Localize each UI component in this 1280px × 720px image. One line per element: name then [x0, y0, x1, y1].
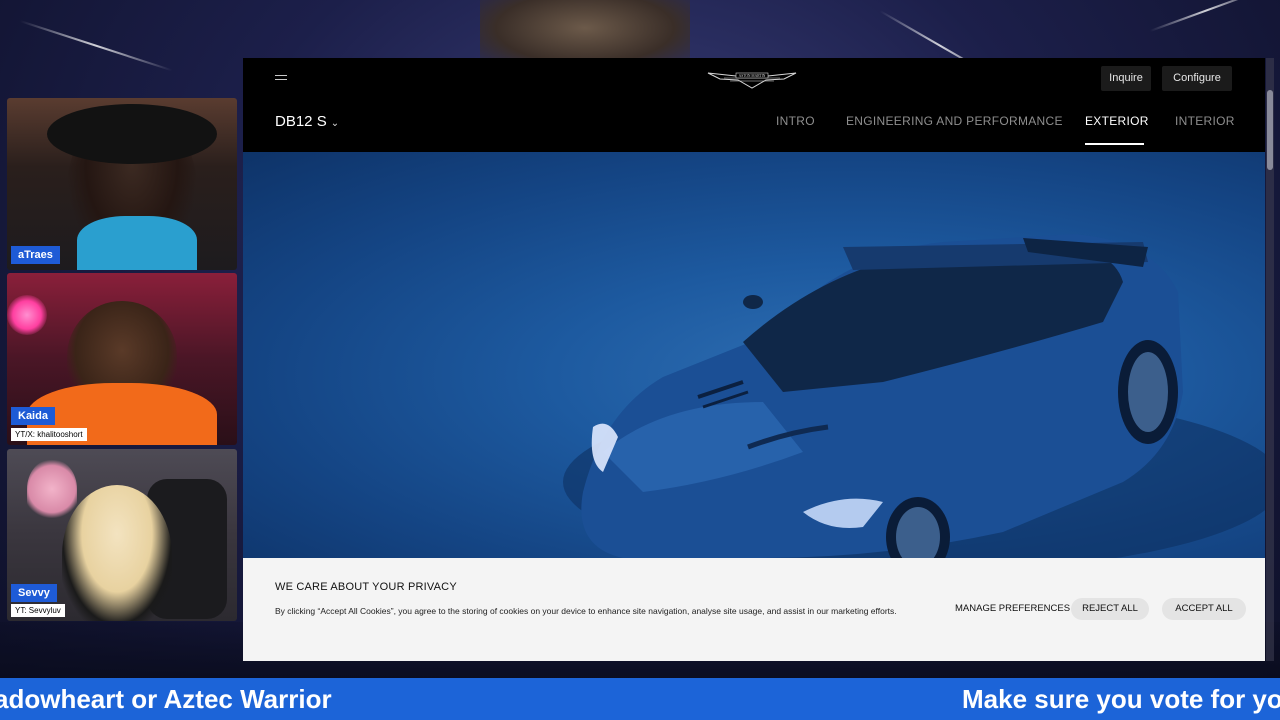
tab-intro[interactable]: INTRO [776, 114, 815, 128]
tab-interior[interactable]: INTERIOR [1175, 114, 1235, 128]
cookie-consent-banner: WE CARE ABOUT YOUR PRIVACY By clicking “… [243, 558, 1265, 661]
active-tab-indicator [1085, 143, 1144, 145]
cookie-title: WE CARE ABOUT YOUR PRIVACY [275, 581, 457, 593]
cam-name-label: Sevvy [11, 584, 57, 602]
ticker-text-right: Make sure you vote for you [962, 684, 1280, 714]
chevron-down-icon: ⌄ [330, 118, 340, 129]
model-selector[interactable]: DB12 S ⌄ [275, 113, 339, 130]
hamburger-icon[interactable] [275, 75, 287, 83]
lightning-decoration [19, 20, 173, 72]
scrollbar-thumb[interactable] [1267, 90, 1273, 170]
ticker-text-left: adowheart or Aztec Warrior [0, 684, 332, 714]
webcam-sevvy: Sevvy YT: Sevvyluv [7, 449, 237, 621]
plush-toy [27, 459, 77, 519]
neon-sign [7, 295, 47, 335]
inquire-button[interactable]: Inquire [1101, 66, 1151, 91]
streamer-shirt [77, 216, 197, 270]
reject-all-button[interactable]: REJECT ALL [1071, 598, 1149, 620]
accept-all-button[interactable]: ACCEPT ALL [1162, 598, 1246, 620]
streamer-figure [62, 485, 172, 621]
cam-name-label: aTraes [11, 246, 60, 264]
tab-exterior[interactable]: EXTERIOR [1085, 114, 1149, 128]
model-name: DB12 S [275, 113, 327, 130]
streamer-hat [47, 104, 217, 164]
lightning-decoration [1149, 0, 1264, 32]
webcam-kaida: Kaida YT/X: khalitooshort [7, 273, 237, 445]
site-header: ASTON MARTIN Inquire Configure DB12 S ⌄ I… [243, 58, 1265, 152]
configure-button[interactable]: Configure [1162, 66, 1232, 91]
aston-martin-logo[interactable]: ASTON MARTIN [706, 67, 798, 91]
cam-subtitle-label: YT/X: khalitooshort [11, 428, 87, 441]
manage-preferences-button[interactable]: MANAGE PREFERENCES [955, 603, 1070, 614]
brand-wordmark: ASTON MARTIN [739, 74, 766, 78]
stream-ticker: adowheart or Aztec Warrior Make sure you… [0, 678, 1280, 720]
cam-name-label: Kaida [11, 407, 55, 425]
cam-subtitle-label: YT: Sevvyluv [11, 604, 65, 617]
aston-martin-website: ASTON MARTIN Inquire Configure DB12 S ⌄ I… [243, 58, 1265, 661]
cookie-description: By clicking “Accept All Cookies”, you ag… [275, 606, 897, 616]
tab-engineering-and-performance[interactable]: ENGINEERING AND PERFORMANCE [846, 114, 1063, 128]
hero-car-image [243, 152, 1265, 558]
webcam-atraes: aTraes [7, 98, 237, 270]
car-illustration [563, 234, 1265, 558]
